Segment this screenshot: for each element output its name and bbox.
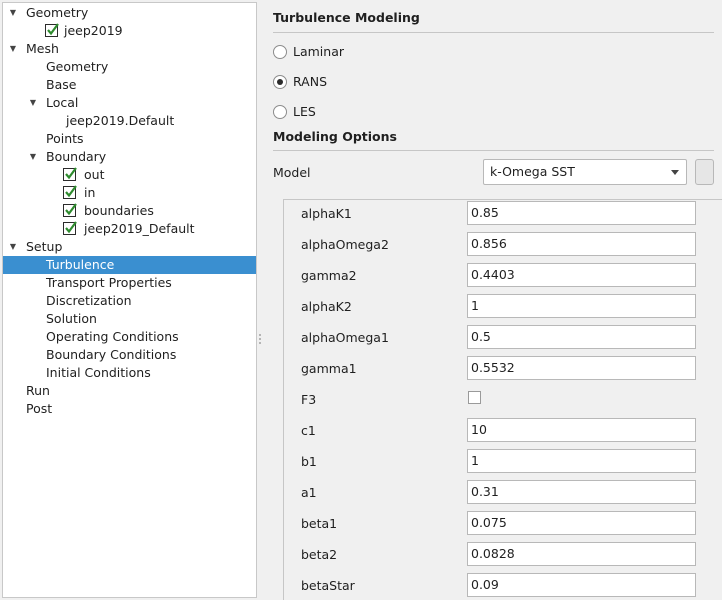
checkbox-checked-icon[interactable] xyxy=(63,221,77,235)
param-gamma1-input[interactable]: 0.5532 xyxy=(467,356,696,380)
param-c1-input[interactable]: 10 xyxy=(467,418,696,442)
tree-item-operating-conditions[interactable]: Operating Conditions xyxy=(3,328,256,346)
tree-item-in[interactable]: in xyxy=(3,184,256,202)
param-betastar-input[interactable]: 0.09 xyxy=(467,573,696,597)
radio-les-label[interactable]: LES xyxy=(293,104,316,119)
app-window: ▼ Geometry jeep2019 ▼ Mesh Geometry Base… xyxy=(0,0,722,600)
tree-item-run[interactable]: Run xyxy=(3,382,256,400)
section-divider xyxy=(273,32,714,33)
param-alphak2-input[interactable]: 1 xyxy=(467,294,696,318)
tree-item-post[interactable]: Post xyxy=(3,400,256,418)
radio-rans-label[interactable]: RANS xyxy=(293,74,327,89)
project-tree[interactable]: ▼ Geometry jeep2019 ▼ Mesh Geometry Base… xyxy=(2,2,257,598)
tree-item-boundary-conditions[interactable]: Boundary Conditions xyxy=(3,346,256,364)
turbulence-modeling-title: Turbulence Modeling xyxy=(273,10,420,25)
radio-rans[interactable] xyxy=(273,75,287,89)
model-select-value: k-Omega SST xyxy=(490,164,575,179)
param-a1-input[interactable]: 0.31 xyxy=(467,480,696,504)
modeling-options-title: Modeling Options xyxy=(273,129,397,144)
section-divider xyxy=(273,150,714,151)
tree-item-geometry[interactable]: ▼ Geometry xyxy=(3,4,256,22)
model-label: Model xyxy=(273,165,311,180)
tree-item-mesh-geometry[interactable]: Geometry xyxy=(3,58,256,76)
param-alphaomega1-label: alphaOmega1 xyxy=(301,330,389,345)
tree-item-local[interactable]: ▼ Local xyxy=(3,94,256,112)
param-beta1-label: beta1 xyxy=(301,516,338,531)
param-f3-checkbox[interactable] xyxy=(468,391,481,404)
param-alphak1-label: alphaK1 xyxy=(301,206,352,221)
tree-item-base[interactable]: Base xyxy=(3,76,256,94)
param-b1-label: b1 xyxy=(301,454,317,469)
radio-laminar[interactable] xyxy=(273,45,287,59)
chevron-down-icon xyxy=(671,170,679,175)
param-b1-input[interactable]: 1 xyxy=(467,449,696,473)
checkbox-checked-icon[interactable] xyxy=(63,185,77,199)
param-alphaomega1-input[interactable]: 0.5 xyxy=(467,325,696,349)
chevron-down-icon[interactable]: ▼ xyxy=(8,40,18,58)
param-gamma2-input[interactable]: 0.4403 xyxy=(467,263,696,287)
tree-item-boundaries[interactable]: boundaries xyxy=(3,202,256,220)
chevron-down-icon[interactable]: ▼ xyxy=(8,238,18,256)
checkbox-checked-icon[interactable] xyxy=(45,23,59,37)
tree-item-turbulence[interactable]: Turbulence xyxy=(3,256,256,274)
tree-item-discretization[interactable]: Discretization xyxy=(3,292,256,310)
tree-item-setup[interactable]: ▼ Setup xyxy=(3,238,256,256)
tree-item-jeep2019[interactable]: jeep2019 xyxy=(3,22,256,40)
tree-item-mesh[interactable]: ▼ Mesh xyxy=(3,40,256,58)
model-options-button[interactable] xyxy=(695,159,714,185)
checkbox-checked-icon[interactable] xyxy=(63,167,77,181)
radio-les[interactable] xyxy=(273,105,287,119)
tree-item-transport-properties[interactable]: Transport Properties xyxy=(3,274,256,292)
tree-item-jeep2019-default[interactable]: jeep2019.Default xyxy=(3,112,256,130)
radio-laminar-label[interactable]: Laminar xyxy=(293,44,344,59)
param-c1-label: c1 xyxy=(301,423,316,438)
tree-item-out[interactable]: out xyxy=(3,166,256,184)
param-gamma2-label: gamma2 xyxy=(301,268,357,283)
param-alphaomega2-label: alphaOmega2 xyxy=(301,237,389,252)
param-beta1-input[interactable]: 0.075 xyxy=(467,511,696,535)
model-select[interactable]: k-Omega SST xyxy=(483,159,687,185)
splitter-grip-icon xyxy=(259,334,261,346)
chevron-down-icon[interactable]: ▼ xyxy=(28,94,38,112)
turbulence-panel: Turbulence Modeling Laminar RANS LES Mod… xyxy=(262,0,722,600)
param-a1-label: a1 xyxy=(301,485,317,500)
checkbox-checked-icon[interactable] xyxy=(63,203,77,217)
tree-item-solution[interactable]: Solution xyxy=(3,310,256,328)
chevron-down-icon[interactable]: ▼ xyxy=(8,4,18,22)
param-betastar-label: betaStar xyxy=(301,578,355,593)
param-alphaomega2-input[interactable]: 0.856 xyxy=(467,232,696,256)
tree-item-boundary[interactable]: ▼ Boundary xyxy=(3,148,256,166)
tree-item-initial-conditions[interactable]: Initial Conditions xyxy=(3,364,256,382)
param-gamma1-label: gamma1 xyxy=(301,361,357,376)
tree-item-jeep2019-default-boundary[interactable]: jeep2019_Default xyxy=(3,220,256,238)
param-f3-label: F3 xyxy=(301,392,317,407)
chevron-down-icon[interactable]: ▼ xyxy=(28,148,38,166)
param-beta2-label: beta2 xyxy=(301,547,338,562)
param-alphak2-label: alphaK2 xyxy=(301,299,352,314)
param-beta2-input[interactable]: 0.0828 xyxy=(467,542,696,566)
param-alphak1-input[interactable]: 0.85 xyxy=(467,201,696,225)
model-parameters-group: alphaK1 0.85 alphaOmega2 0.856 gamma2 0.… xyxy=(283,199,722,600)
tree-item-points[interactable]: Points xyxy=(3,130,256,148)
